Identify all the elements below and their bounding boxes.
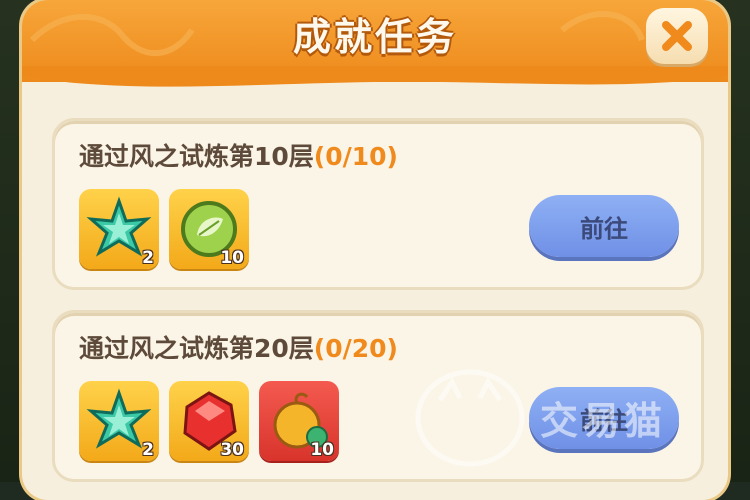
reward-item[interactable]: 10 [169,189,249,269]
go-button[interactable]: 前往 [529,195,679,257]
close-button[interactable] [646,8,708,64]
watermark-text: 交易猫 [540,399,667,443]
dialog-title: 成就任务 [292,15,457,59]
task-progress: (0/10) [313,142,398,171]
reward-quantity: 2 [142,440,154,460]
task-progress: (0/20) [313,334,398,363]
close-icon [662,21,692,51]
task-title: 通过风之试炼第10层(0/10) [79,137,398,173]
reward-item[interactable]: 30 [169,381,249,461]
reward-quantity: 2 [142,248,154,268]
reward-quantity: 10 [310,440,334,460]
task-name: 通过风之试炼第20层 [79,334,314,363]
reward-item[interactable]: 2 [79,189,159,269]
reward-quantity: 30 [220,440,244,460]
reward-item[interactable]: 2 [79,381,159,461]
reward-list: 2 30 10 [79,381,339,461]
task-card: 通过风之试炼第10层(0/10) 2 10 前往 [52,118,704,290]
reward-quantity: 10 [220,248,244,268]
reward-item[interactable]: 10 [259,381,339,461]
watermark: 交易猫 [410,360,730,470]
task-title: 通过风之试炼第20层(0/20) [79,329,398,365]
task-name: 通过风之试炼第10层 [79,142,314,171]
watermark-logo-icon [415,369,525,467]
header-wave [22,66,728,87]
reward-list: 2 10 [79,189,249,269]
